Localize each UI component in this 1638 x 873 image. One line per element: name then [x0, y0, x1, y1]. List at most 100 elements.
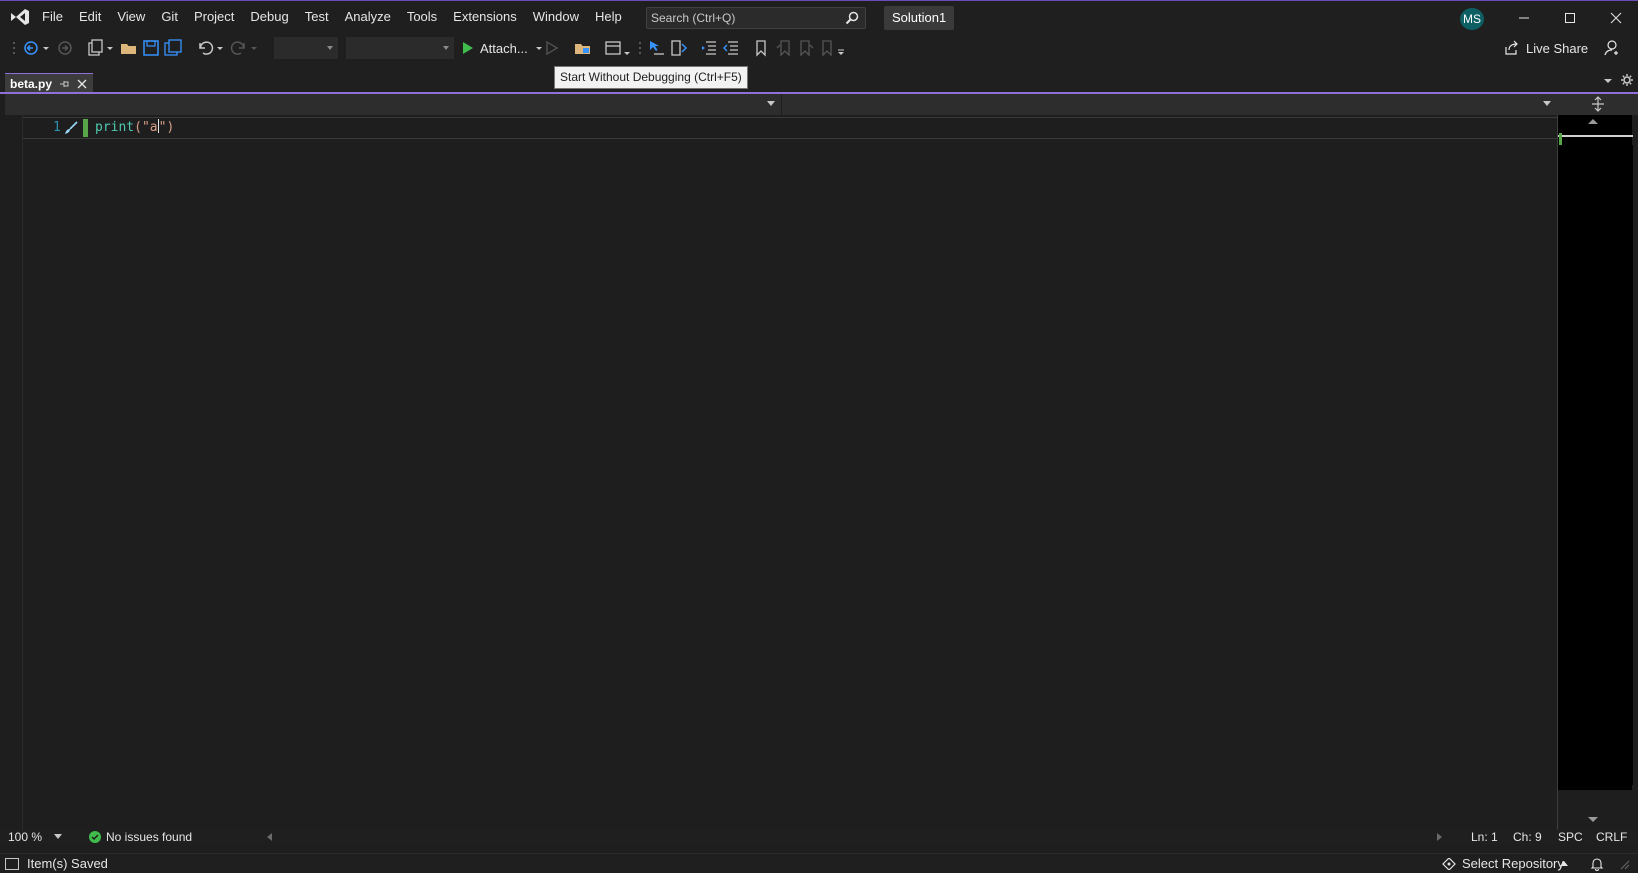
share-icon: [1505, 40, 1518, 55]
menu-edit[interactable]: Edit: [71, 1, 109, 33]
menu-analyze[interactable]: Analyze: [337, 1, 399, 33]
vertical-scrollbar-map[interactable]: [1557, 115, 1633, 830]
code-string-value: a: [149, 120, 158, 135]
minimize-icon[interactable]: [1513, 7, 1535, 29]
chevron-down-icon[interactable]: [532, 41, 546, 55]
whitespace-indicator[interactable]: SPC: [1558, 830, 1583, 844]
scroll-right-icon[interactable]: [1437, 833, 1443, 841]
menu-bar: File Edit View Git Project Debug Test An…: [34, 1, 630, 33]
start-without-debugging-icon[interactable]: [545, 39, 559, 57]
previous-bookmark-icon[interactable]: [776, 39, 792, 57]
check-circle-icon: [89, 831, 101, 843]
code-function-name: print: [95, 120, 135, 135]
menu-window[interactable]: Window: [525, 1, 587, 33]
editor-status-bar: 100 % No issues found Ln: 1 Ch: 9 SPC CR…: [0, 830, 1638, 844]
clear-bookmarks-icon[interactable]: [820, 39, 848, 57]
close-icon[interactable]: [1605, 7, 1627, 29]
code-editor[interactable]: 1 print("a"): [5, 115, 1557, 830]
navigate-back-icon[interactable]: [22, 39, 52, 57]
types-dropdown[interactable]: [5, 94, 782, 115]
account-avatar[interactable]: MS: [1460, 8, 1484, 30]
menu-tools[interactable]: Tools: [399, 1, 445, 33]
menu-git[interactable]: Git: [153, 1, 186, 33]
close-tab-icon[interactable]: [76, 78, 88, 90]
attach-button[interactable]: Attach...: [462, 37, 546, 59]
browse-folder-icon[interactable]: [574, 39, 592, 57]
select-repository-button[interactable]: Select Repository: [1462, 854, 1564, 873]
quick-actions-brush-icon[interactable]: [63, 120, 79, 136]
chevron-down-icon: [1543, 101, 1551, 106]
line-number: 1: [53, 120, 61, 135]
bookmark-icon[interactable]: [754, 39, 768, 57]
undo-icon[interactable]: [196, 39, 226, 57]
tab-beta-py[interactable]: beta.py: [5, 73, 93, 93]
output-window-icon[interactable]: [5, 858, 19, 870]
save-all-icon[interactable]: [164, 39, 182, 57]
issues-status[interactable]: No issues found: [106, 830, 192, 844]
scroll-up-icon[interactable]: [1588, 119, 1598, 124]
menu-project[interactable]: Project: [186, 1, 242, 33]
line-ending-indicator[interactable]: CRLF: [1596, 830, 1627, 844]
solution-platform-dropdown[interactable]: [346, 37, 454, 59]
status-bar: Item(s) Saved Select Repository: [0, 853, 1638, 873]
outdent-icon[interactable]: [700, 39, 718, 57]
menu-test[interactable]: Test: [297, 1, 337, 33]
tab-label: beta.py: [10, 76, 53, 91]
redo-icon[interactable]: [230, 39, 260, 57]
select-element-icon[interactable]: [648, 39, 666, 57]
resize-grip-icon[interactable]: [1620, 860, 1630, 870]
chevron-up-icon[interactable]: [1560, 861, 1568, 867]
scrollbar-track[interactable]: [1558, 145, 1633, 785]
live-share-button[interactable]: Live Share: [1504, 37, 1588, 59]
members-dropdown[interactable]: [783, 94, 1557, 115]
scroll-left-icon[interactable]: [266, 833, 272, 841]
navigate-forward-icon[interactable]: [56, 39, 74, 57]
menu-debug[interactable]: Debug: [242, 1, 296, 33]
indent-icon[interactable]: [722, 39, 740, 57]
menu-extensions[interactable]: Extensions: [445, 1, 525, 33]
scroll-down-icon[interactable]: [1588, 817, 1598, 822]
pin-icon[interactable]: [58, 78, 70, 90]
menu-view[interactable]: View: [109, 1, 153, 33]
chevron-down-icon: [443, 46, 449, 50]
new-project-icon[interactable]: [86, 39, 116, 57]
zoom-chevron-down-icon[interactable]: [54, 834, 62, 840]
split-editor-icon[interactable]: [1591, 96, 1605, 112]
document-tab-well: beta.py: [0, 63, 1638, 93]
search-icon: [845, 11, 859, 25]
menu-file[interactable]: File: [34, 1, 71, 33]
toolbar-grip-icon[interactable]: [638, 39, 644, 57]
title-bar: File Edit View Git Project Debug Test An…: [0, 0, 1638, 33]
line-indicator[interactable]: Ln: 1: [1471, 830, 1498, 844]
code-close: "): [158, 120, 175, 135]
status-message: Item(s) Saved: [27, 856, 108, 871]
toolbar-grip-icon[interactable]: [12, 39, 18, 57]
code-line[interactable]: print("a"): [95, 119, 174, 137]
start-without-debugging-tooltip: Start Without Debugging (Ctrl+F5): [554, 66, 748, 89]
chevron-down-icon: [327, 46, 333, 50]
column-indicator[interactable]: Ch: 9: [1513, 830, 1542, 844]
hot-reload-icon[interactable]: [670, 39, 688, 57]
feedback-icon[interactable]: [1602, 39, 1620, 57]
tab-overflow-chevron-icon[interactable]: [1602, 75, 1614, 87]
search-placeholder: Search (Ctrl+Q): [651, 11, 736, 25]
zoom-level[interactable]: 100 %: [8, 830, 42, 844]
menu-help[interactable]: Help: [587, 1, 630, 33]
saved-change-indicator: [83, 119, 88, 137]
search-input[interactable]: Search (Ctrl+Q): [646, 7, 866, 29]
attach-label: Attach...: [480, 40, 528, 56]
solution-name-badge[interactable]: Solution1: [884, 6, 955, 30]
glyph-margin[interactable]: [5, 115, 23, 830]
scrollbar-bottom: [1558, 790, 1633, 830]
next-bookmark-icon[interactable]: [798, 39, 814, 57]
visual-studio-logo-icon[interactable]: [9, 7, 31, 27]
gear-icon[interactable]: [1620, 73, 1634, 87]
solution-configuration-dropdown[interactable]: [274, 37, 338, 59]
notifications-bell-icon[interactable]: [1590, 857, 1604, 871]
code-open-quote: (": [134, 120, 150, 135]
save-icon[interactable]: [142, 39, 160, 57]
navigation-bar: [5, 94, 1638, 115]
maximize-icon[interactable]: [1559, 7, 1581, 29]
open-folder-icon[interactable]: [120, 39, 138, 57]
window-layout-icon[interactable]: [604, 39, 634, 57]
